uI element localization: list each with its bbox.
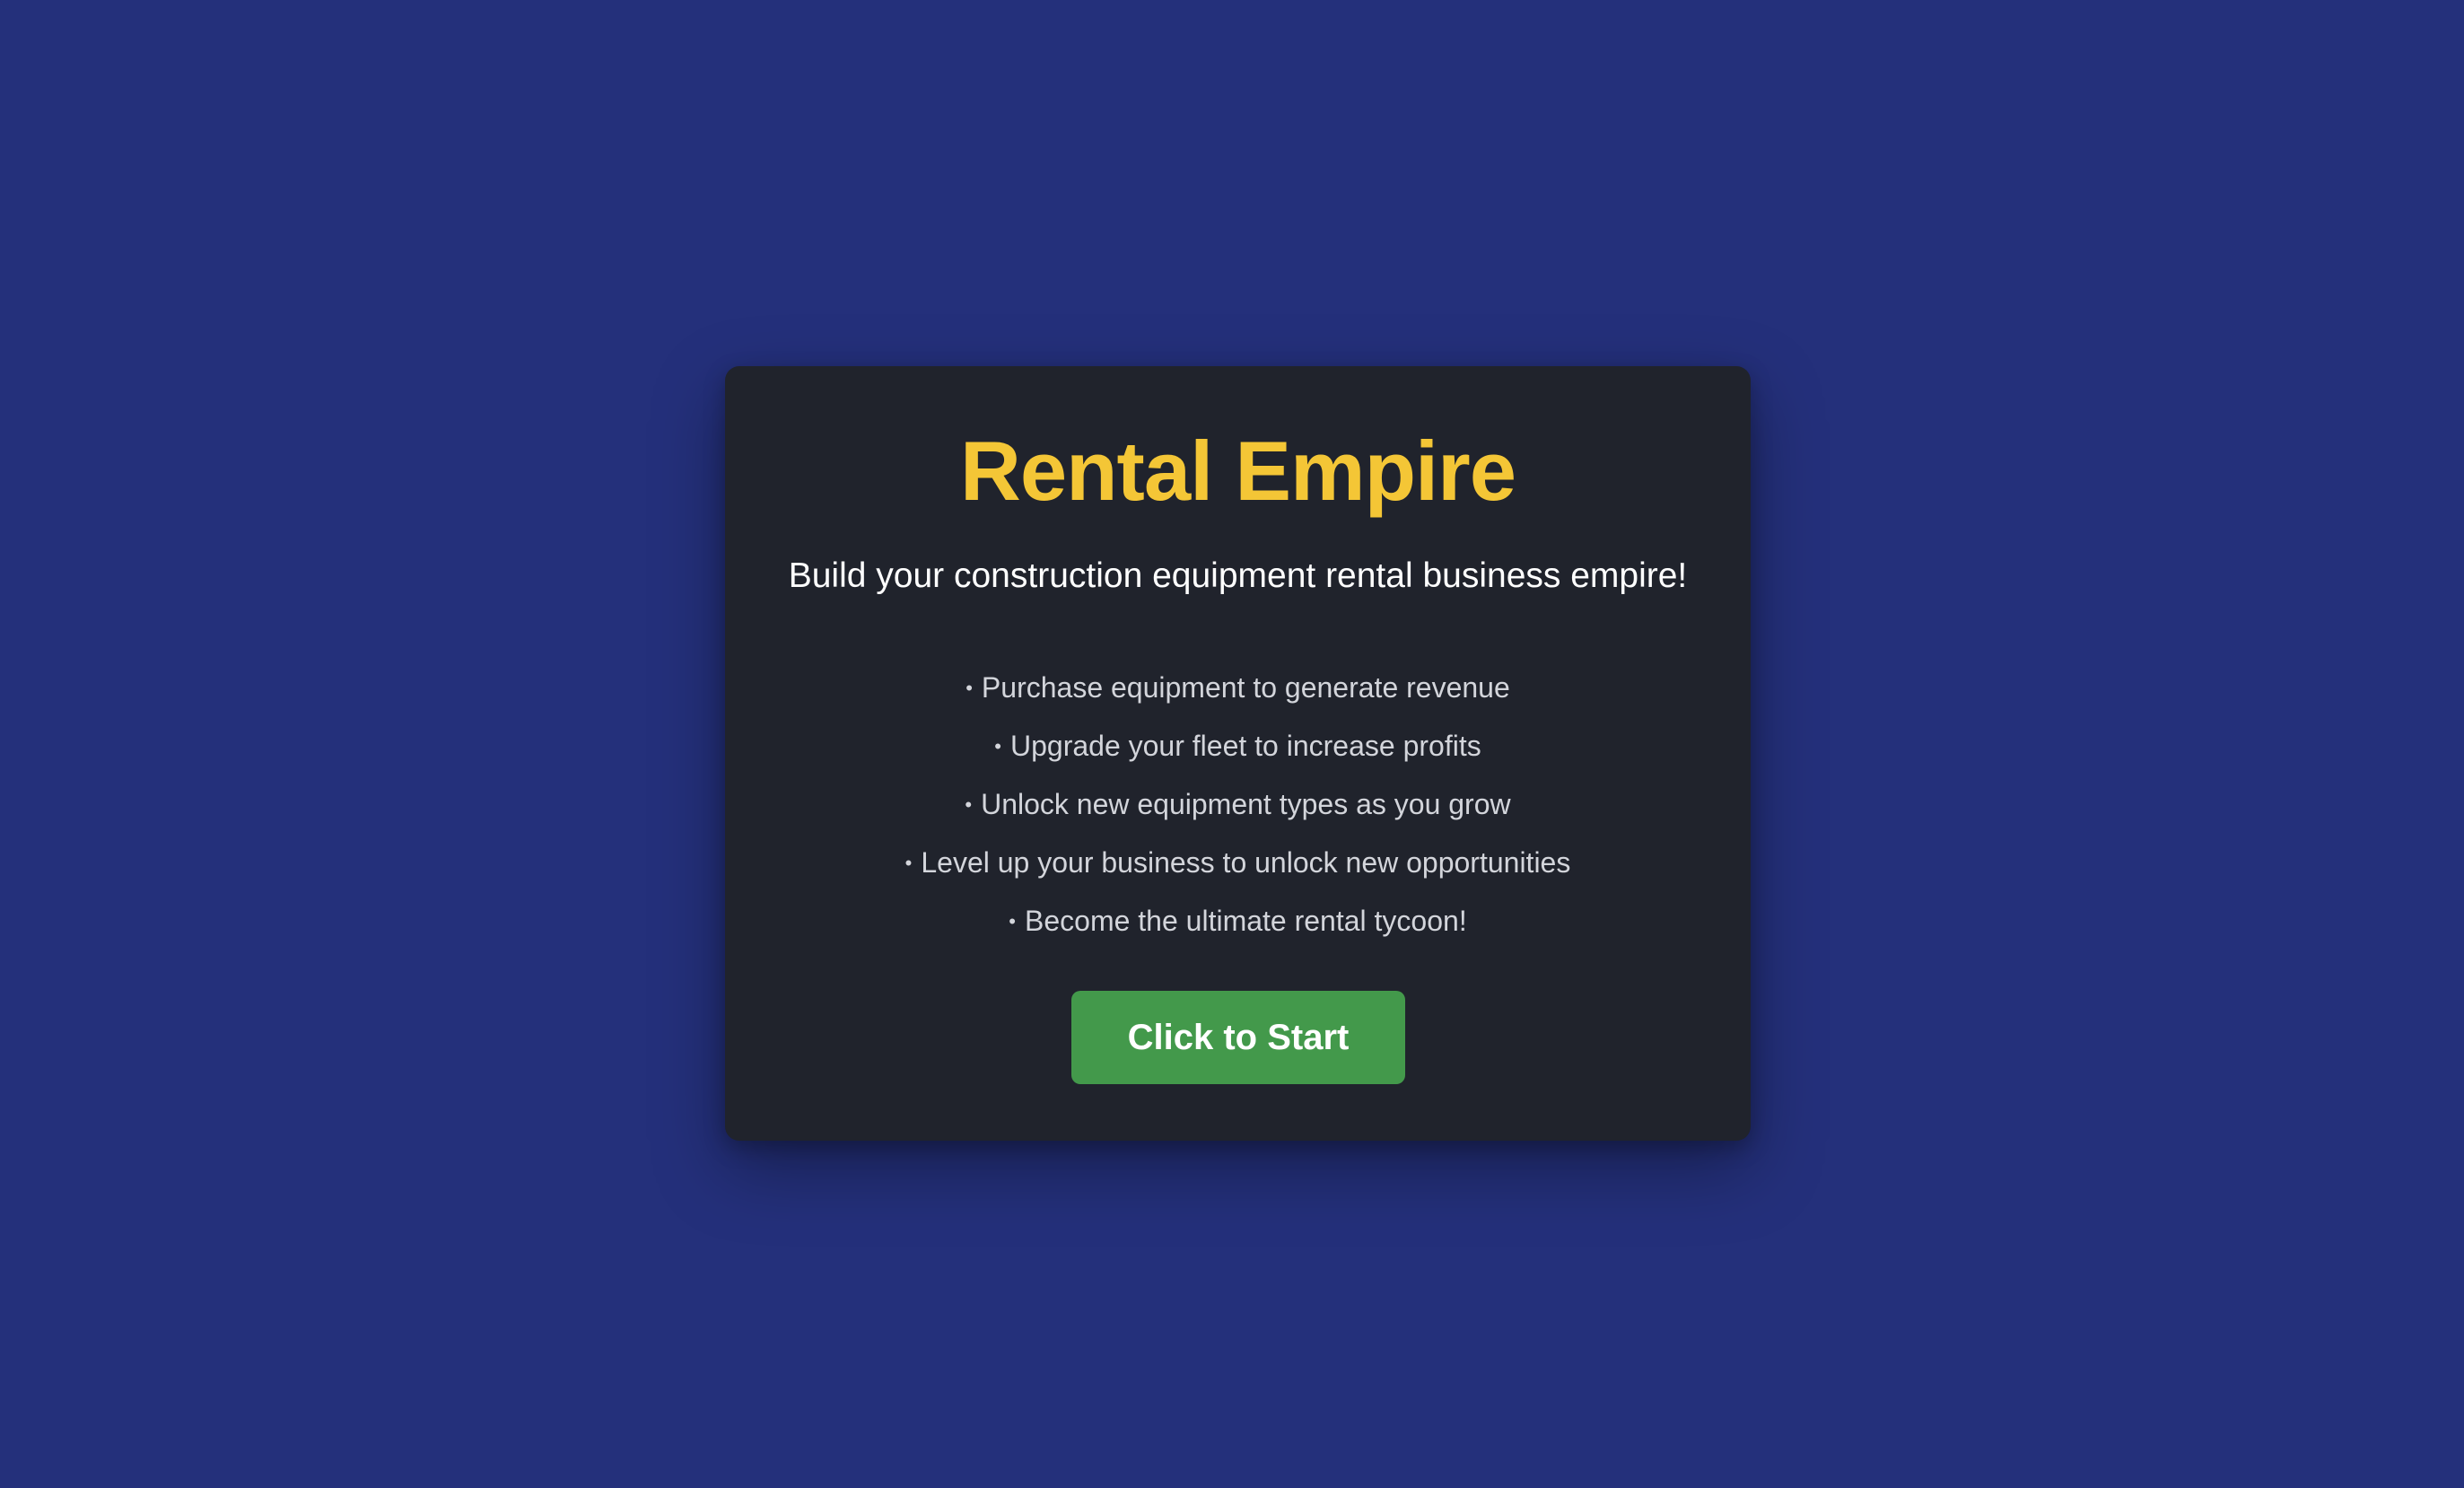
start-screen-card: Rental Empire Build your construction eq… xyxy=(725,366,1751,1141)
feature-item: • Unlock new equipment types as you grow xyxy=(725,775,1751,834)
bullet-icon: • xyxy=(994,735,1001,757)
game-title: Rental Empire xyxy=(959,424,1516,518)
feature-text: Purchase equipment to generate revenue xyxy=(981,671,1510,704)
feature-item: • Become the ultimate rental tycoon! xyxy=(725,892,1751,950)
feature-item: • Purchase equipment to generate revenue xyxy=(725,659,1751,717)
feature-text: Unlock new equipment types as you grow xyxy=(981,788,1511,820)
feature-text: Upgrade your fleet to increase profits xyxy=(1009,730,1481,762)
bullet-icon: • xyxy=(904,852,913,874)
bullet-icon: • xyxy=(965,793,973,816)
start-button[interactable]: Click to Start xyxy=(1071,991,1405,1084)
feature-item: • Level up your business to unlock new op… xyxy=(725,834,1751,892)
bullet-icon: • xyxy=(1009,910,1016,932)
bullet-icon: • xyxy=(966,677,973,699)
feature-text: Become the ultimate rental tycoon! xyxy=(1025,905,1467,937)
feature-list: • Purchase equipment to generate revenue … xyxy=(725,659,1751,950)
game-subtitle: Build your construction equipment rental… xyxy=(788,556,1688,595)
feature-text: Level up your business to unlock new opp… xyxy=(921,846,1571,879)
feature-item: • Upgrade your fleet to increase profits xyxy=(725,717,1751,775)
